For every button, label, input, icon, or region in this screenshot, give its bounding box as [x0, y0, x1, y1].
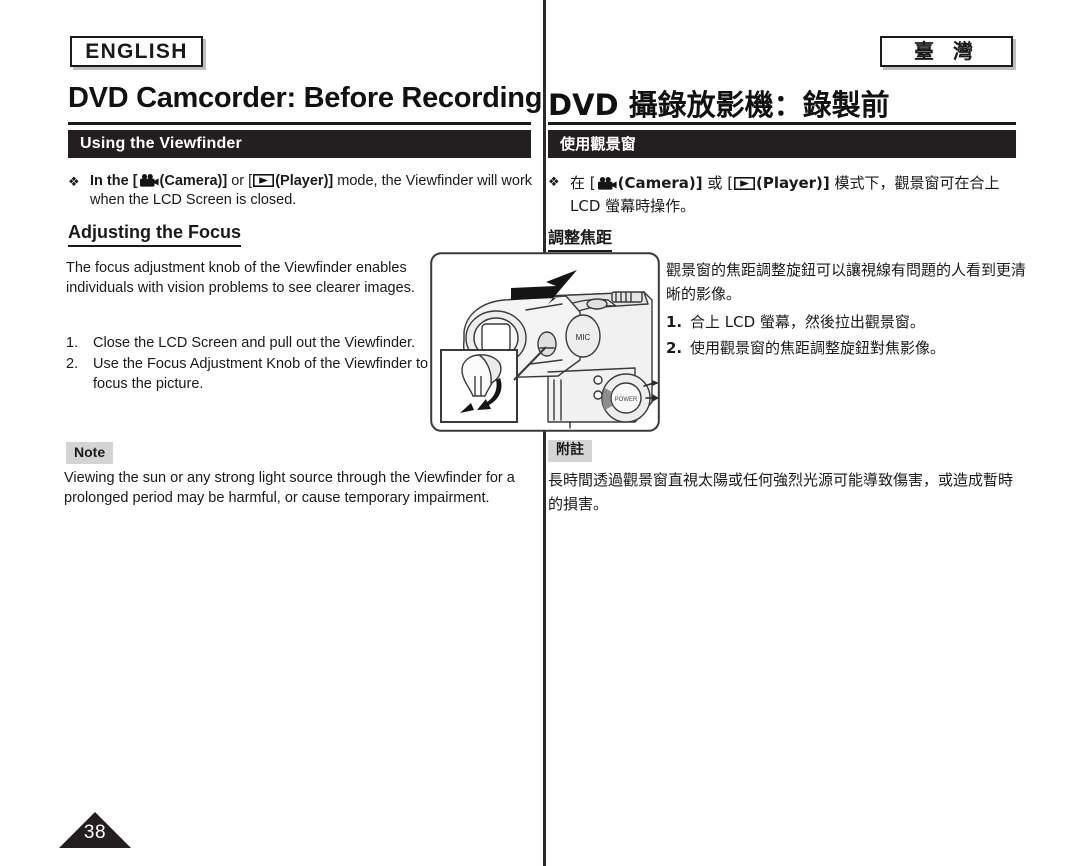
list-item: 2. Use the Focus Adjustment Knob of the …: [66, 354, 431, 394]
player-label-chinese: (Player)]: [756, 174, 830, 192]
step-text: Close the LCD Screen and pull out the Vi…: [93, 335, 416, 351]
section-bar-chinese: 使用觀景窗: [548, 130, 1016, 158]
note-tag-chinese: 附註: [548, 440, 592, 462]
power-label: POWER: [615, 397, 638, 403]
steps-list-chinese: 1. 合上 LCD 螢幕，然後拉出觀景窗。 2. 使用觀景窗的焦距調整旋鈕對焦影…: [666, 310, 1028, 362]
bullet-conjunction-english: or [: [227, 173, 253, 189]
step-index: 1.: [666, 313, 683, 331]
bullet-chinese: ❖ 在 [(Camera)] 或 [(Player)] 模式下，觀景窗可在合上 …: [548, 172, 1018, 218]
step-index: 2.: [66, 356, 79, 372]
list-item: 2. 使用觀景窗的焦距調整旋鈕對焦影像。: [666, 336, 1028, 361]
subheading-english: Adjusting the Focus: [68, 222, 241, 247]
bullet-prefix-chinese: 在 [: [570, 174, 596, 192]
camera-icon: [139, 174, 159, 187]
list-item: 1. Close the LCD Screen and pull out the…: [66, 333, 431, 353]
section-bar-english: Using the Viewfinder: [68, 130, 531, 158]
bullet-marker-icon: ❖: [548, 174, 560, 189]
list-item: 1. 合上 LCD 螢幕，然後拉出觀景窗。: [666, 310, 1028, 335]
player-label-english: (Player)]: [275, 173, 334, 189]
page-number-label: 38: [83, 822, 107, 843]
bullet-marker-icon: ❖: [68, 174, 80, 189]
subheading-chinese: 調整焦距: [548, 224, 613, 252]
camera-label-english: (Camera)]: [159, 173, 228, 189]
note-tag-english: Note: [66, 442, 114, 464]
column-divider: [543, 0, 546, 866]
page-number-badge: 38: [57, 810, 133, 850]
bullet-prefix-english: In the [: [90, 173, 138, 189]
step-text: Use the Focus Adjustment Knob of the Vie…: [93, 356, 429, 392]
bullet-english: ❖ In the [(Camera)] or [(Player)] mode, …: [68, 172, 533, 210]
title-rule-chinese: [548, 122, 1016, 125]
camera-icon: [597, 177, 617, 190]
player-icon: [253, 174, 275, 187]
camera-label-chinese: (Camera)]: [617, 174, 703, 192]
page-title-english: DVD Camcorder: Before Recording: [68, 82, 543, 114]
language-tag-english: ENGLISH: [70, 36, 203, 67]
step-index: 1.: [66, 335, 79, 351]
step-index: 2.: [666, 339, 683, 357]
manual-page: ENGLISH DVD Camcorder: Before Recording …: [0, 0, 1080, 866]
bullet-conjunction-chinese: 或 [: [702, 174, 734, 192]
camcorder-viewfinder-diagram: MIC POWER: [430, 252, 660, 432]
bullet-text-english: In the [(Camera)] or [(Player)] mode, th…: [90, 172, 533, 210]
step-text: 合上 LCD 螢幕，然後拉出觀景窗。: [690, 313, 925, 331]
page-title-chinese: DVD 攝錄放影機：錄製前: [548, 88, 890, 122]
step-text: 使用觀景窗的焦距調整旋鈕對焦影像。: [690, 339, 946, 357]
note-text-english: Viewing the sun or any strong light sour…: [64, 470, 515, 506]
language-tag-taiwan: 臺 灣: [880, 36, 1013, 67]
bullet-text-chinese: 在 [(Camera)] 或 [(Player)] 模式下，觀景窗可在合上 LC…: [570, 172, 1018, 218]
body-paragraph-english: The focus adjustment knob of the Viewfin…: [66, 260, 415, 296]
camcorder-illustration-svg: MIC POWER: [430, 252, 660, 432]
steps-list-english: 1. Close the LCD Screen and pull out the…: [66, 333, 431, 395]
player-icon: [734, 177, 756, 190]
note-text-chinese: 長時間透過觀景窗直視太陽或任何強烈光源可能導致傷害，或造成暫時的損害。: [548, 471, 1014, 513]
mic-label: MIC: [576, 333, 591, 342]
title-rule-english: [68, 122, 531, 125]
focus-knob-inset: [440, 349, 518, 423]
body-paragraph-chinese: 觀景窗的焦距調整旋鈕可以讓視線有問題的人看到更清晰的影像。: [666, 261, 1027, 303]
